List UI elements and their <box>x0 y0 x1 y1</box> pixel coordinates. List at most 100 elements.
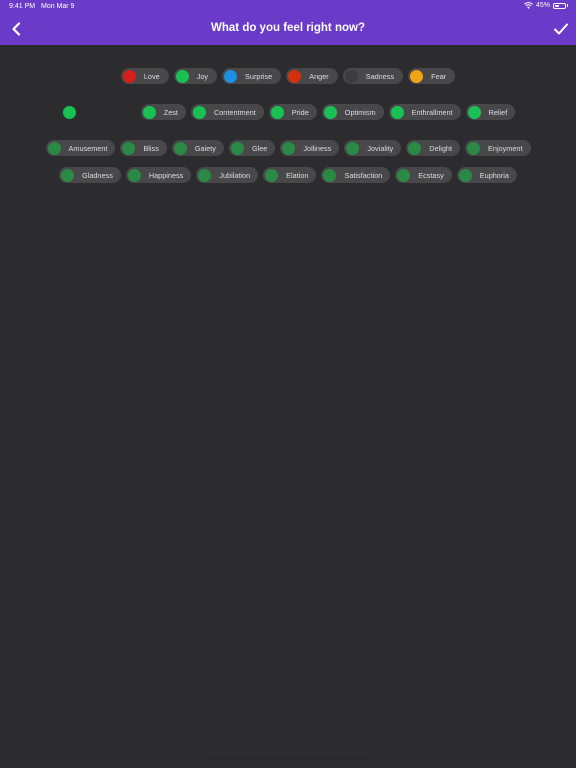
color-dot-icon <box>142 105 156 119</box>
emotion-chip-fear[interactable]: Fear <box>408 68 456 84</box>
cheerfulness-chip-satisfaction[interactable]: Satisfaction <box>321 167 391 183</box>
color-dot-icon <box>47 141 61 155</box>
color-dot-icon <box>288 69 302 83</box>
chip-label: Joy <box>196 71 209 81</box>
color-dot-icon <box>62 105 76 119</box>
color-dot-icon <box>282 141 296 155</box>
color-dot-icon <box>410 69 424 83</box>
chip-label: Happiness <box>148 170 184 180</box>
cheerfulness-chip-bliss[interactable]: Bliss <box>120 140 167 156</box>
cheerfulness-chip-gladness[interactable]: Gladness <box>59 167 121 183</box>
battery-icon <box>553 2 566 9</box>
color-dot-icon <box>458 168 472 182</box>
status-date: Mon Mar 9 <box>41 3 75 10</box>
cheerfulness-chip-elation[interactable]: Elation <box>263 167 317 183</box>
chip-label: Gaiety <box>194 143 216 153</box>
battery-percent: 45% <box>535 2 550 9</box>
chip-label: Enjoyment <box>488 143 523 153</box>
cheerfulness-chip-jubilation[interactable]: Jubilation <box>196 167 259 183</box>
chip-label: Sadness <box>365 71 395 81</box>
cheerfulness-chip-jolliness[interactable]: Jolliness <box>280 140 340 156</box>
cheerfulness-chip-gaiety[interactable]: Gaiety <box>171 140 224 156</box>
status-indicators: 45% <box>524 2 568 9</box>
cheerfulness-chip-joviality[interactable]: Joviality <box>344 140 402 156</box>
chip-label: Elation <box>286 170 309 180</box>
status-bar: 9:41 PM Mon Mar 9 45% <box>0 0 576 14</box>
chip-label: Relief <box>488 107 508 117</box>
chip-label: Delight <box>429 143 453 153</box>
cheerfulness-chip-happiness[interactable]: Happiness <box>125 167 192 183</box>
chip-label: Bliss <box>143 143 159 153</box>
cheerfulness-chip-amusement[interactable]: Amusement <box>45 140 116 156</box>
chip-label: Contentment <box>213 107 256 117</box>
chip-label: Euphoria <box>479 170 509 180</box>
color-dot-icon <box>467 141 481 155</box>
cheerfulness-chip-ecstasy[interactable]: Ecstasy <box>395 167 452 183</box>
color-dot-icon <box>390 105 404 119</box>
cheerfulness-chip-enjoyment[interactable]: Enjoyment <box>465 140 531 156</box>
battery-fill <box>555 4 559 7</box>
battery-cap <box>567 4 568 7</box>
chip-label: Ecstasy <box>418 170 444 180</box>
checkmark-icon <box>554 23 568 35</box>
cheerfulness-chip-glee[interactable]: Glee <box>228 140 276 156</box>
color-dot-icon <box>230 141 244 155</box>
color-dot-icon <box>61 168 75 182</box>
chip-label: Optimism <box>344 107 376 117</box>
color-dot-icon <box>122 141 136 155</box>
chip-label: Amusement <box>68 143 108 153</box>
joy-chip-blank[interactable] <box>61 104 136 120</box>
chip-label: Jubilation <box>219 170 251 180</box>
joy-chip-zest[interactable]: Zest <box>140 104 186 120</box>
cheerfulness-row-1: Amusement Bliss Gaiety Glee Jolliness Joviali… <box>0 140 576 156</box>
wifi-icon <box>524 2 533 9</box>
color-dot-icon <box>175 69 189 83</box>
color-dot-icon <box>323 105 337 119</box>
chip-label: Fear <box>431 71 447 81</box>
color-dot-icon <box>224 69 238 83</box>
color-dot-icon <box>173 141 187 155</box>
color-dot-icon <box>270 105 284 119</box>
joy-chip-contentment[interactable]: Contentment <box>190 104 264 120</box>
home-indicator <box>203 757 373 761</box>
chip-label: Jolliness <box>303 143 332 153</box>
status-time: 9:41 PM <box>9 3 36 10</box>
emotion-chip-joy[interactable]: Joy <box>173 68 218 84</box>
emotion-chip-surprise[interactable]: Surprise <box>222 68 282 84</box>
joy-chip-optimism[interactable]: Optimism <box>321 104 384 120</box>
color-dot-icon <box>346 141 360 155</box>
color-dot-icon <box>127 168 141 182</box>
chip-label: Zest <box>163 107 178 117</box>
chip-label: Satisfaction <box>344 170 383 180</box>
chip-label: Love <box>143 71 160 81</box>
color-dot-icon <box>198 168 212 182</box>
chip-label: Surprise <box>245 71 273 81</box>
emotion-chip-sadness[interactable]: Sadness <box>342 68 404 84</box>
emotion-chip-love[interactable]: Love <box>120 68 169 84</box>
chip-label: Pride <box>291 107 309 117</box>
chip-label: Joviality <box>367 143 394 153</box>
cheerfulness-chip-delight[interactable]: Delight <box>406 140 461 156</box>
color-dot-icon <box>122 69 136 83</box>
color-dot-icon <box>408 141 422 155</box>
emotion-chip-anger[interactable]: Anger <box>286 68 338 84</box>
color-dot-icon <box>265 168 279 182</box>
chip-label: Gladness <box>82 170 113 180</box>
color-dot-icon <box>397 168 411 182</box>
joy-chip-enthrallment[interactable]: Enthrallment <box>388 104 461 120</box>
joy-subemotion-row: Zest Contentment Pride Optimism Enthrallment… <box>0 104 576 120</box>
chip-label: Glee <box>251 143 268 153</box>
color-dot-icon <box>467 105 481 119</box>
chip-label: Enthrallment <box>411 107 453 117</box>
done-button[interactable] <box>552 20 570 38</box>
color-dot-icon <box>323 168 337 182</box>
color-dot-icon <box>344 69 358 83</box>
joy-chip-pride[interactable]: Pride <box>268 104 317 120</box>
cheerfulness-chip-euphoria[interactable]: Euphoria <box>456 167 517 183</box>
top-header: 9:41 PM Mon Mar 9 45% What do you feel r… <box>0 0 576 45</box>
page-title: What do you feel right now? <box>211 22 365 34</box>
color-dot-icon <box>192 105 206 119</box>
cheerfulness-row-2: Gladness Happiness Jubilation Elation Satisf… <box>0 167 576 183</box>
chip-label: Anger <box>309 71 329 81</box>
joy-chip-relief[interactable]: Relief <box>465 104 516 120</box>
